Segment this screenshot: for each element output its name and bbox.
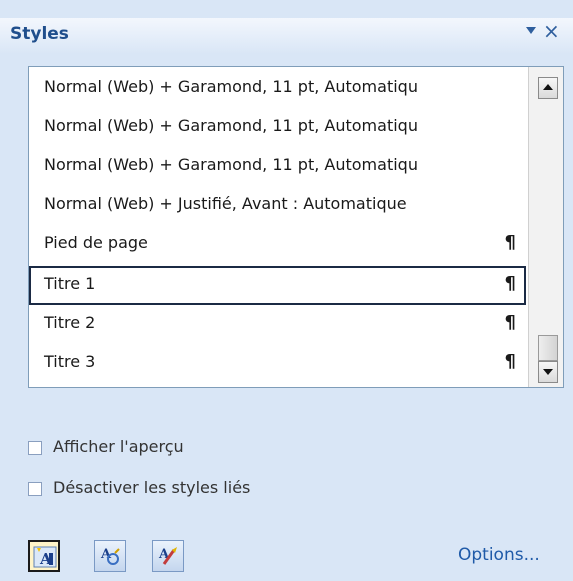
style-item-7[interactable]: Titre 3 ¶ [29, 344, 526, 383]
vertical-scrollbar[interactable] [528, 67, 563, 387]
scroll-down-button[interactable] [538, 361, 558, 383]
style-item-5-selected[interactable]: Titre 1 ¶ [29, 266, 526, 305]
style-item-label: Normal (Web) + Garamond, 11 pt, Automati… [44, 155, 418, 174]
style-item-3[interactable]: Normal (Web) + Justifié, Avant : Automat… [29, 186, 526, 225]
style-item-label: Titre 1 [44, 274, 96, 293]
pane-title: Styles [10, 24, 69, 44]
pane-title-bar: Styles × [0, 18, 573, 54]
style-item-0[interactable]: Normal (Web) + Garamond, 11 pt, Automati… [29, 69, 526, 108]
style-item-1[interactable]: Normal (Web) + Garamond, 11 pt, Automati… [29, 108, 526, 147]
paragraph-mark-icon: ¶ [504, 273, 516, 294]
style-item-label: Titre 3 [44, 352, 96, 371]
paragraph-mark-icon: ¶ [504, 312, 516, 333]
scroll-up-button[interactable] [538, 77, 558, 99]
checkbox-box[interactable] [28, 482, 42, 496]
arrow-down-icon [543, 369, 553, 375]
style-inspector-button[interactable]: A [94, 540, 126, 572]
checkbox-label: Afficher l'aperçu [53, 437, 184, 456]
arrow-up-icon [543, 84, 553, 90]
paragraph-mark-icon: ¶ [504, 232, 516, 253]
style-item-label: Normal (Web) + Garamond, 11 pt, Automati… [44, 116, 418, 135]
styles-pane: Styles × Normal (Web) + Garamond, 11 pt,… [0, 0, 573, 581]
show-preview-checkbox[interactable]: Afficher l'aperçu [28, 437, 388, 461]
new-style-icon: A [33, 546, 57, 568]
style-item-label: Titre 2 [44, 313, 96, 332]
options-link[interactable]: Options... [458, 545, 540, 565]
style-item-label: Pied de page [44, 233, 148, 252]
style-inspector-icon: A [100, 547, 120, 565]
style-item-label: Normal (Web) + Justifié, Avant : Automat… [44, 194, 407, 213]
style-item-4[interactable]: Pied de page ¶ [29, 225, 526, 264]
disable-linked-styles-checkbox[interactable]: Désactiver les styles liés [28, 478, 388, 502]
styles-list[interactable]: Normal (Web) + Garamond, 11 pt, Automati… [28, 66, 564, 388]
style-item-6[interactable]: Titre 2 ¶ [29, 305, 526, 344]
style-item-2[interactable]: Normal (Web) + Garamond, 11 pt, Automati… [29, 147, 526, 186]
pane-menu-dropdown-icon[interactable] [526, 27, 536, 34]
close-icon[interactable]: × [543, 21, 560, 41]
checkbox-box[interactable] [28, 441, 42, 455]
manage-styles-icon: A [158, 547, 177, 565]
paragraph-mark-icon: ¶ [504, 351, 516, 372]
checkbox-label: Désactiver les styles liés [53, 478, 251, 497]
new-style-button[interactable]: A [28, 540, 60, 572]
style-item-label: Normal (Web) + Garamond, 11 pt, Automati… [44, 77, 418, 96]
manage-styles-button[interactable]: A [152, 540, 184, 572]
scrollbar-thumb[interactable] [538, 335, 558, 361]
